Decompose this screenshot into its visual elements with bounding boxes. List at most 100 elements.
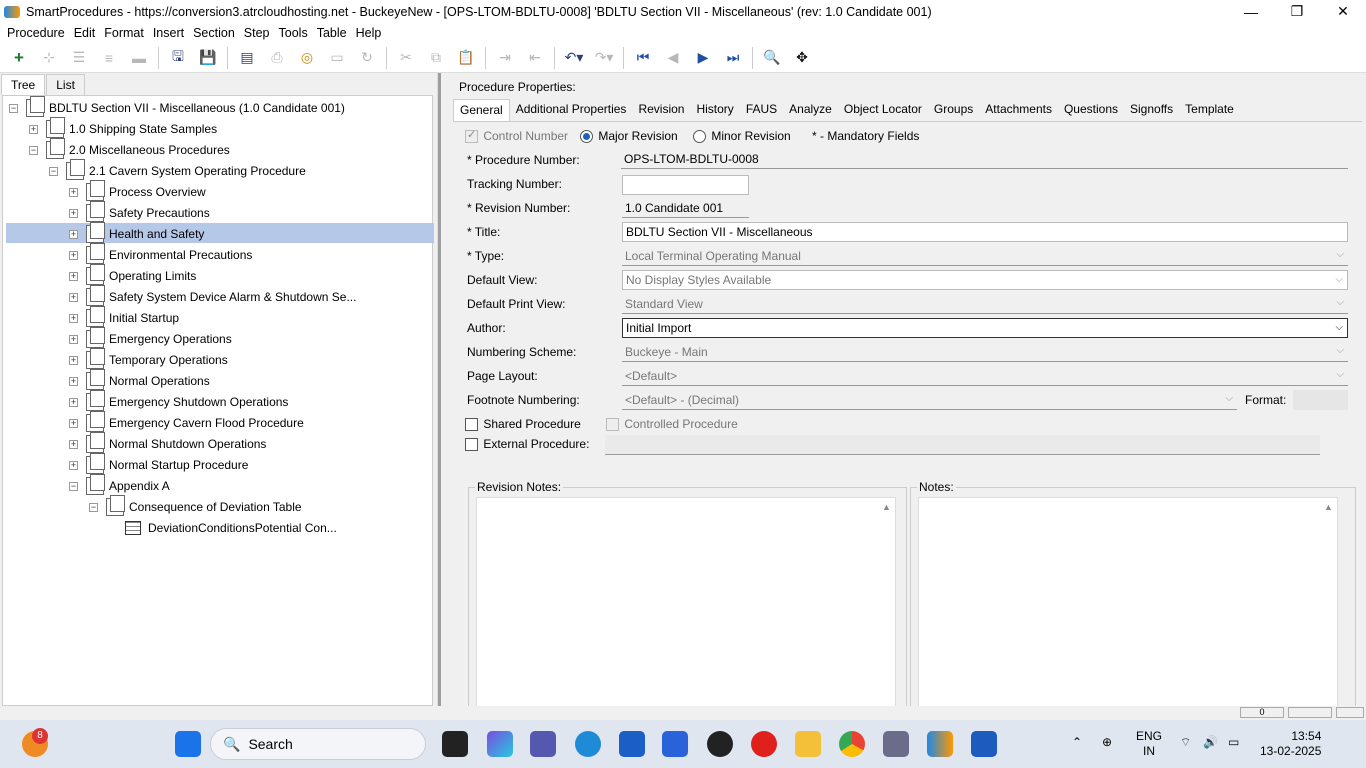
add-child-icon[interactable]: ⊹	[38, 47, 60, 69]
vertical-scrollbar[interactable]: ▲	[1321, 498, 1337, 706]
tab-signoffs[interactable]: Signoffs	[1124, 99, 1179, 121]
tab-template[interactable]: Template	[1179, 99, 1240, 121]
title-input[interactable]: BDLTU Section VII - Miscellaneous	[622, 222, 1348, 242]
expand-icon[interactable]: +	[69, 292, 78, 302]
next-icon[interactable]: ▶	[692, 47, 714, 69]
print-icon[interactable]: ⎙	[266, 47, 288, 69]
default-view-select[interactable]: No Display Styles Available ⌵	[622, 270, 1348, 290]
paste-icon[interactable]: 📋	[455, 47, 477, 69]
revision-number-field[interactable]: 1.0 Candidate 001	[622, 198, 749, 218]
expand-icon[interactable]: +	[69, 250, 78, 260]
publish-icon[interactable]: ▤	[236, 47, 258, 69]
network-status-icon[interactable]: ⊕	[1102, 735, 1112, 750]
previous-icon[interactable]: ◀	[662, 47, 684, 69]
numbering-scheme-select[interactable]: Buckeye - Main ⌵	[622, 342, 1348, 362]
menu-help[interactable]: Help	[353, 26, 388, 40]
edge-icon[interactable]	[575, 731, 601, 757]
tree-node[interactable]: − Appendix A	[69, 474, 172, 496]
procedure-tree[interactable]: − BDLTU Section VII - Miscellaneous (1.0 …	[2, 95, 434, 706]
expand-icon[interactable]: +	[69, 376, 78, 386]
procedure-number-field[interactable]: OPS-LTOM-BDLTU-0008	[621, 149, 1348, 169]
redo-special-icon[interactable]: ↻	[356, 47, 378, 69]
outdent-icon[interactable]: ⇤	[524, 47, 546, 69]
tree-node[interactable]: +1.0 Shipping State Samples	[29, 117, 219, 139]
power-automate-icon[interactable]	[662, 731, 688, 757]
major-revision-radio[interactable]: Major Revision	[580, 129, 678, 144]
close-button[interactable]: ✕	[1320, 0, 1366, 23]
tree-node[interactable]: + Emergency Operations	[69, 327, 234, 349]
battery-icon[interactable]: ▭	[1228, 735, 1239, 750]
tab-questions[interactable]: Questions	[1058, 99, 1124, 121]
tree-node[interactable]: + Emergency Cavern Flood Procedure	[69, 411, 306, 433]
scroll-up-icon[interactable]: ▲	[882, 502, 891, 512]
taskbar-search[interactable]: 🔍 Search	[210, 728, 426, 760]
cut-icon[interactable]: ✂	[395, 47, 417, 69]
author-select[interactable]: Initial Import ⌵	[622, 318, 1348, 338]
menu-section[interactable]: Section	[190, 26, 241, 40]
format-field[interactable]	[1293, 390, 1348, 410]
tree-node[interactable]: − 2.1 Cavern System Operating Procedure	[49, 159, 308, 181]
major-revision-radio-dot[interactable]	[580, 130, 593, 144]
tree-node[interactable]: + Process Overview	[69, 180, 208, 202]
last-icon[interactable]: ⏭	[722, 47, 744, 69]
expand-icon[interactable]: +	[69, 271, 78, 281]
task-view-icon[interactable]	[442, 731, 468, 757]
tree-node[interactable]: − 2.0 Miscellaneous Procedures	[29, 138, 232, 160]
tab-history[interactable]: History	[690, 99, 739, 121]
clock[interactable]: 13:54 13-02-2025	[1260, 729, 1321, 759]
tree-node[interactable]: + Normal Startup Procedure	[69, 453, 250, 475]
tree-node[interactable]: + Environmental Precautions	[69, 243, 254, 265]
collapse-icon[interactable]: −	[89, 502, 98, 512]
menu-format[interactable]: Format	[101, 26, 150, 40]
tab-analyze[interactable]: Analyze	[783, 99, 838, 121]
expand-icon[interactable]: +	[69, 397, 78, 407]
external-procedure-check[interactable]	[465, 438, 478, 452]
remote-desktop-icon[interactable]	[883, 731, 909, 757]
expand-icon[interactable]: +	[29, 124, 38, 134]
collapse-icon[interactable]: −	[49, 166, 58, 176]
expand-icon[interactable]: +	[69, 313, 78, 323]
tree-node[interactable]: + Temporary Operations	[69, 348, 230, 370]
external-procedure-field[interactable]	[605, 435, 1320, 455]
outdent-list-icon[interactable]: ≡	[98, 47, 120, 69]
resize-grip[interactable]	[1336, 707, 1364, 718]
shared-procedure-checkbox[interactable]: Shared Procedure	[465, 417, 581, 432]
menu-insert[interactable]: Insert	[150, 26, 190, 40]
tree-node[interactable]: + Initial Startup	[69, 306, 181, 328]
word-icon[interactable]	[971, 731, 997, 757]
default-print-view-select[interactable]: Standard View ⌵	[622, 294, 1348, 314]
collapse-icon[interactable]: −	[69, 481, 78, 491]
tab-attachments[interactable]: Attachments	[979, 99, 1058, 121]
tree-node[interactable]: − Consequence of Deviation Table	[89, 495, 304, 517]
notes-textarea[interactable]: ▲	[918, 497, 1338, 707]
tree-node[interactable]: + Health and Safety	[69, 222, 206, 244]
expand-icon[interactable]: +	[69, 208, 78, 218]
type-select[interactable]: Local Terminal Operating Manual ⌵	[622, 246, 1348, 266]
control-number-checkbox[interactable]: Control Number	[465, 128, 568, 144]
minimize-button[interactable]: —	[1228, 0, 1274, 23]
tab-tree[interactable]: Tree	[1, 74, 46, 95]
revision-notes-textarea[interactable]: ▲	[476, 497, 896, 707]
refresh-icon[interactable]: ◎	[296, 47, 318, 69]
controlled-procedure-checkbox[interactable]: Controlled Procedure	[606, 417, 738, 432]
redo-icon[interactable]: ↷▾	[593, 47, 615, 69]
file-explorer-icon[interactable]	[795, 731, 821, 757]
minor-revision-radio[interactable]: Minor Revision	[693, 129, 791, 144]
tab-groups[interactable]: Groups	[928, 99, 979, 121]
dell-icon[interactable]	[707, 731, 733, 757]
page-layout-select[interactable]: <Default> ⌵	[622, 366, 1348, 386]
add-icon[interactable]: +	[8, 47, 30, 69]
tracking-number-input[interactable]	[622, 175, 749, 195]
tree-node[interactable]: + Safety System Device Alarm & Shutdown S…	[69, 285, 358, 307]
smartprocedures-taskbar-icon[interactable]	[927, 731, 953, 757]
chrome-icon[interactable]	[839, 731, 865, 757]
menu-table[interactable]: Table	[314, 26, 353, 40]
panel-splitter[interactable]	[437, 73, 441, 706]
vertical-scrollbar[interactable]: ▲	[879, 498, 895, 706]
menu-step[interactable]: Step	[241, 26, 276, 40]
copilot-icon[interactable]	[487, 731, 513, 757]
indent-icon[interactable]: ⇥	[494, 47, 516, 69]
expand-icon[interactable]: +	[69, 355, 78, 365]
find-icon[interactable]: 🔍	[761, 47, 783, 69]
expand-icon[interactable]: +	[69, 418, 78, 428]
